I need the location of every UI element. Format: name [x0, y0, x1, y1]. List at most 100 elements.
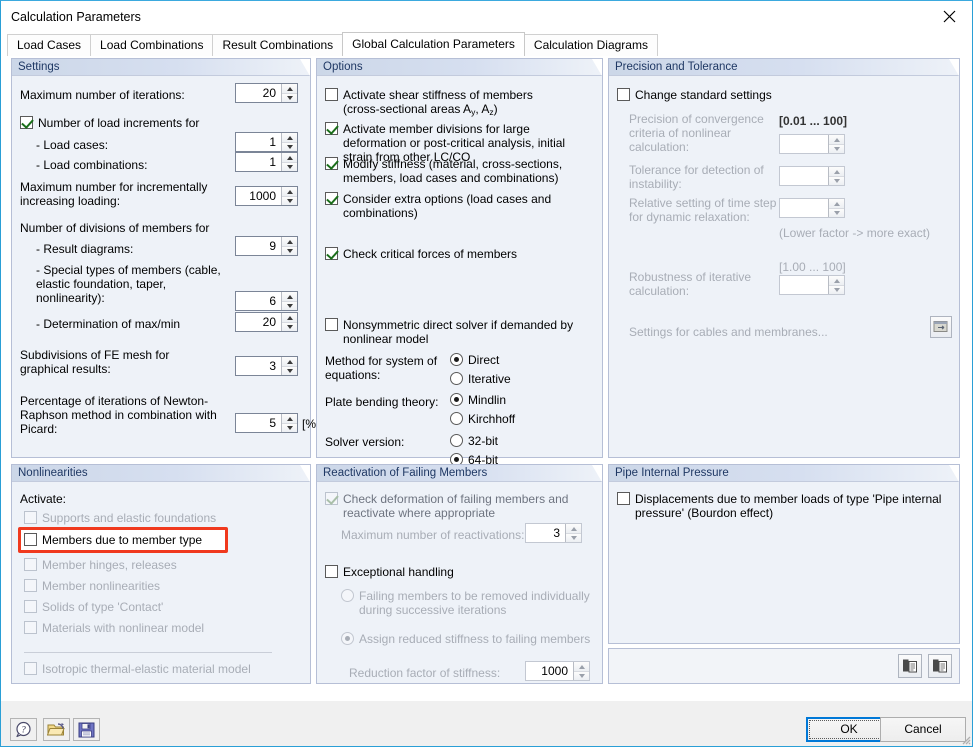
- load-cases-spin-buttons[interactable]: [281, 133, 297, 151]
- radio-remove-individually[interactable]: Failing members to be removed individual…: [341, 589, 596, 617]
- nonlinearity-item-member-nonlinearities[interactable]: Member nonlinearities: [24, 579, 160, 593]
- max-min-stepper[interactable]: 20: [235, 312, 298, 332]
- spin-up-icon[interactable]: [282, 133, 297, 142]
- robustness-spin-buttons[interactable]: [828, 276, 844, 294]
- spin-up-icon[interactable]: [282, 237, 297, 246]
- load-combinations-stepper[interactable]: 1: [235, 152, 298, 172]
- timestep-spin-buttons[interactable]: [828, 199, 844, 217]
- tab-load-cases[interactable]: Load Cases: [7, 34, 91, 56]
- max-iterations-stepper[interactable]: 20: [235, 83, 298, 103]
- spin-up-icon[interactable]: [282, 187, 297, 196]
- open-folder-icon[interactable]: [43, 718, 70, 741]
- spin-up-icon[interactable]: [282, 292, 297, 301]
- max-iterations-spin-buttons[interactable]: [281, 84, 297, 102]
- resize-grip[interactable]: [959, 733, 971, 745]
- spin-up-icon[interactable]: [829, 135, 844, 144]
- nonlinearity-item-member-hinges[interactable]: Member hinges, releases: [24, 558, 177, 572]
- checkbox-box: [617, 88, 630, 101]
- max-min-spin-buttons[interactable]: [281, 313, 297, 331]
- copy-icon-2[interactable]: [928, 654, 952, 678]
- save-icon[interactable]: [73, 718, 100, 741]
- cancel-button[interactable]: Cancel: [880, 717, 966, 742]
- spin-down-icon[interactable]: [282, 93, 297, 102]
- modify-stiffness-checkbox[interactable]: Modify stiffness (material, cross-sectio…: [325, 157, 597, 185]
- spin-up-icon[interactable]: [829, 199, 844, 208]
- spin-down-icon[interactable]: [282, 162, 297, 171]
- tab-calculation-diagrams[interactable]: Calculation Diagrams: [524, 34, 658, 56]
- tab-result-combinations[interactable]: Result Combinations: [212, 34, 343, 56]
- convergence-stepper[interactable]: [779, 134, 845, 154]
- special-types-stepper[interactable]: 6: [235, 291, 298, 311]
- reduction-factor-spin-buttons[interactable]: [573, 662, 589, 680]
- nonlinearity-item-materials-nonlinear[interactable]: Materials with nonlinear model: [24, 621, 204, 635]
- radio-method-direct[interactable]: Direct: [450, 353, 499, 367]
- result-diagrams-spin-buttons[interactable]: [281, 237, 297, 255]
- spin-up-icon[interactable]: [829, 167, 844, 176]
- convergence-value: [780, 135, 828, 153]
- nonlinearity-item-supports[interactable]: Supports and elastic foundations: [24, 511, 216, 525]
- radio-assign-reduced-stiffness[interactable]: Assign reduced stiffness to failing memb…: [341, 632, 590, 646]
- spin-up-icon[interactable]: [566, 524, 581, 533]
- spin-down-icon[interactable]: [829, 176, 844, 185]
- max-incremental-stepper[interactable]: 1000: [235, 186, 298, 206]
- instability-spin-buttons[interactable]: [828, 167, 844, 185]
- spin-up-icon[interactable]: [282, 313, 297, 322]
- pipe-displacements-checkbox[interactable]: Displacements due to member loads of typ…: [617, 492, 952, 520]
- spin-down-icon[interactable]: [282, 366, 297, 375]
- spin-up-icon[interactable]: [282, 414, 297, 423]
- spin-up-icon[interactable]: [282, 153, 297, 162]
- shear-stiffness-checkbox[interactable]: Activate shear stiffness of members (cro…: [325, 88, 595, 119]
- close-icon[interactable]: [926, 1, 972, 31]
- check-deformation-checkbox[interactable]: Check deformation of failing members and…: [325, 492, 595, 520]
- help-icon[interactable]: ?: [10, 718, 37, 741]
- spin-down-icon[interactable]: [829, 285, 844, 294]
- radio-plate-kirchhoff[interactable]: Kirchhoff: [450, 412, 515, 426]
- spin-down-icon[interactable]: [282, 423, 297, 432]
- fe-mesh-stepper[interactable]: 3: [235, 356, 298, 376]
- change-standard-settings-checkbox[interactable]: Change standard settings: [617, 88, 772, 102]
- exceptional-handling-checkbox[interactable]: Exceptional handling: [325, 565, 454, 579]
- nonlinearity-item-solids-contact[interactable]: Solids of type 'Contact': [24, 600, 163, 614]
- settings-dialog-icon[interactable]: [930, 316, 952, 338]
- result-diagrams-stepper[interactable]: 9: [235, 236, 298, 256]
- spin-down-icon[interactable]: [282, 196, 297, 205]
- spin-up-icon[interactable]: [829, 276, 844, 285]
- load-cases-stepper[interactable]: 1: [235, 132, 298, 152]
- max-reactivations-spin-buttons[interactable]: [565, 524, 581, 542]
- radio-solver-32bit[interactable]: 32-bit: [450, 434, 498, 448]
- spin-down-icon[interactable]: [282, 322, 297, 331]
- spin-down-icon[interactable]: [829, 208, 844, 217]
- instability-stepper[interactable]: [779, 166, 845, 186]
- reduction-factor-stepper[interactable]: 1000: [525, 661, 590, 681]
- spin-up-icon[interactable]: [282, 84, 297, 93]
- tab-global-calculation-parameters[interactable]: Global Calculation Parameters: [342, 32, 525, 56]
- timestep-stepper[interactable]: [779, 198, 845, 218]
- load-combinations-spin-buttons[interactable]: [281, 153, 297, 171]
- fe-mesh-spin-buttons[interactable]: [281, 357, 297, 375]
- spin-down-icon[interactable]: [829, 144, 844, 153]
- robustness-stepper[interactable]: [779, 275, 845, 295]
- convergence-spin-buttons[interactable]: [828, 135, 844, 153]
- copy-icon-1[interactable]: [898, 654, 922, 678]
- spin-down-icon[interactable]: [574, 671, 589, 680]
- picard-stepper[interactable]: 5: [235, 413, 298, 433]
- spin-down-icon[interactable]: [282, 246, 297, 255]
- nonsymmetric-solver-checkbox[interactable]: Nonsymmetric direct solver if demanded b…: [325, 318, 597, 346]
- max-incremental-spin-buttons[interactable]: [281, 187, 297, 205]
- critical-forces-checkbox[interactable]: Check critical forces of members: [325, 247, 597, 261]
- special-types-spin-buttons[interactable]: [281, 292, 297, 310]
- spin-down-icon[interactable]: [282, 142, 297, 151]
- max-reactivations-stepper[interactable]: 3: [525, 523, 582, 543]
- spin-down-icon[interactable]: [282, 301, 297, 310]
- spin-up-icon[interactable]: [574, 662, 589, 671]
- radio-plate-mindlin[interactable]: Mindlin: [450, 393, 506, 407]
- extra-options-checkbox[interactable]: Consider extra options (load cases and c…: [325, 192, 597, 220]
- tab-load-combinations[interactable]: Load Combinations: [90, 34, 213, 56]
- radio-method-iterative[interactable]: Iterative: [450, 372, 511, 386]
- nonlinearity-item-members-due-to-member-type[interactable]: Members due to member type: [24, 533, 202, 547]
- isotropic-thermal-checkbox[interactable]: Isotropic thermal-elastic material model: [24, 662, 251, 676]
- spin-up-icon[interactable]: [282, 357, 297, 366]
- load-increments-checkbox[interactable]: Number of load increments for: [20, 116, 199, 130]
- spin-down-icon[interactable]: [566, 533, 581, 542]
- picard-spin-buttons[interactable]: [281, 414, 297, 432]
